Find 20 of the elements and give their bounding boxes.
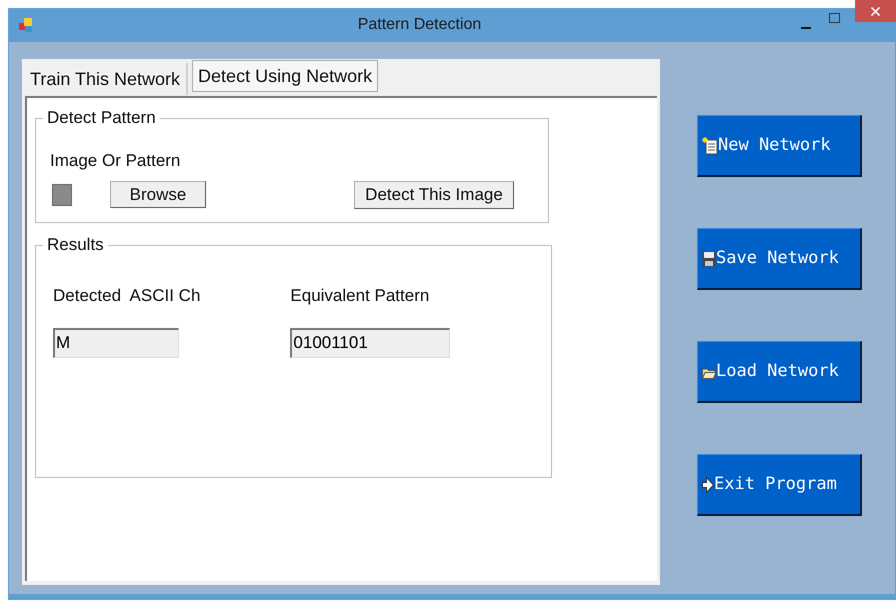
field-label: Image Or Pattern — [50, 150, 180, 172]
new-document-icon — [702, 136, 718, 154]
action-button[interactable]: Save Network — [697, 228, 862, 290]
close-button[interactable] — [855, 0, 896, 22]
field-label: Equivalent Pattern — [290, 285, 430, 307]
maximize-icon[interactable] — [829, 13, 840, 23]
browse-button[interactable]: Browse — [110, 181, 206, 208]
arrow-right-icon — [702, 476, 714, 492]
close-icon — [871, 6, 880, 16]
text-field[interactable]: M — [53, 328, 179, 358]
text-field[interactable]: 01001101 — [290, 328, 450, 358]
action-button[interactable]: Exit Program — [697, 454, 862, 516]
action-button[interactable]: Load Network — [697, 341, 862, 403]
field-label: Detected ASCII Ch — [53, 285, 200, 307]
detect-button[interactable]: Detect This Image — [354, 180, 514, 208]
image-thumbnail — [52, 184, 72, 206]
tab[interactable]: Detect Using Network — [192, 60, 378, 92]
action-button[interactable]: New Network — [697, 115, 862, 177]
app-icon — [18, 17, 34, 33]
window-title: Pattern Detection — [356, 15, 482, 35]
